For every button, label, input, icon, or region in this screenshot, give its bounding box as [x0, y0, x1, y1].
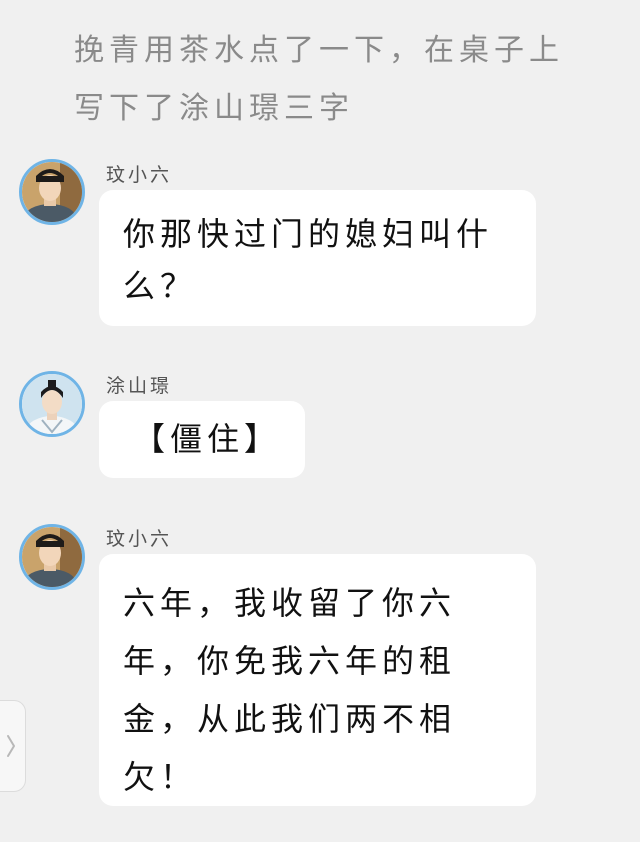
avatar-xiaoliu[interactable] [19, 524, 85, 590]
avatar-portrait-image [22, 374, 82, 434]
sender-name: 涂山璟 [106, 375, 173, 397]
message-bubble[interactable]: 你那快过门的媳妇叫什么？ [99, 190, 536, 326]
avatar-tushanjing[interactable] [19, 371, 85, 437]
sender-name: 玟小六 [106, 528, 173, 550]
avatar-xiaoliu[interactable] [19, 159, 85, 225]
message-text: 六年，我收留了你六年，你免我六年的租金，从此我们两不相欠！ [123, 584, 457, 796]
narration-text: 挽青用茶水点了一下，在桌子上写下了涂山璟三字 [74, 33, 564, 126]
chevron-right-icon [7, 735, 15, 757]
message-bubble[interactable]: 【僵住】 [99, 401, 305, 478]
message-text: 你那快过门的媳妇叫什么？ [123, 215, 494, 305]
avatar-portrait-image [22, 162, 82, 222]
avatar-portrait-image [22, 527, 82, 587]
side-panel-toggle[interactable] [0, 700, 26, 792]
message-bubble[interactable]: 六年，我收留了你六年，你免我六年的租金，从此我们两不相欠！ [99, 554, 536, 806]
sender-name: 玟小六 [106, 164, 173, 186]
message-text: 【僵住】 [133, 420, 282, 458]
